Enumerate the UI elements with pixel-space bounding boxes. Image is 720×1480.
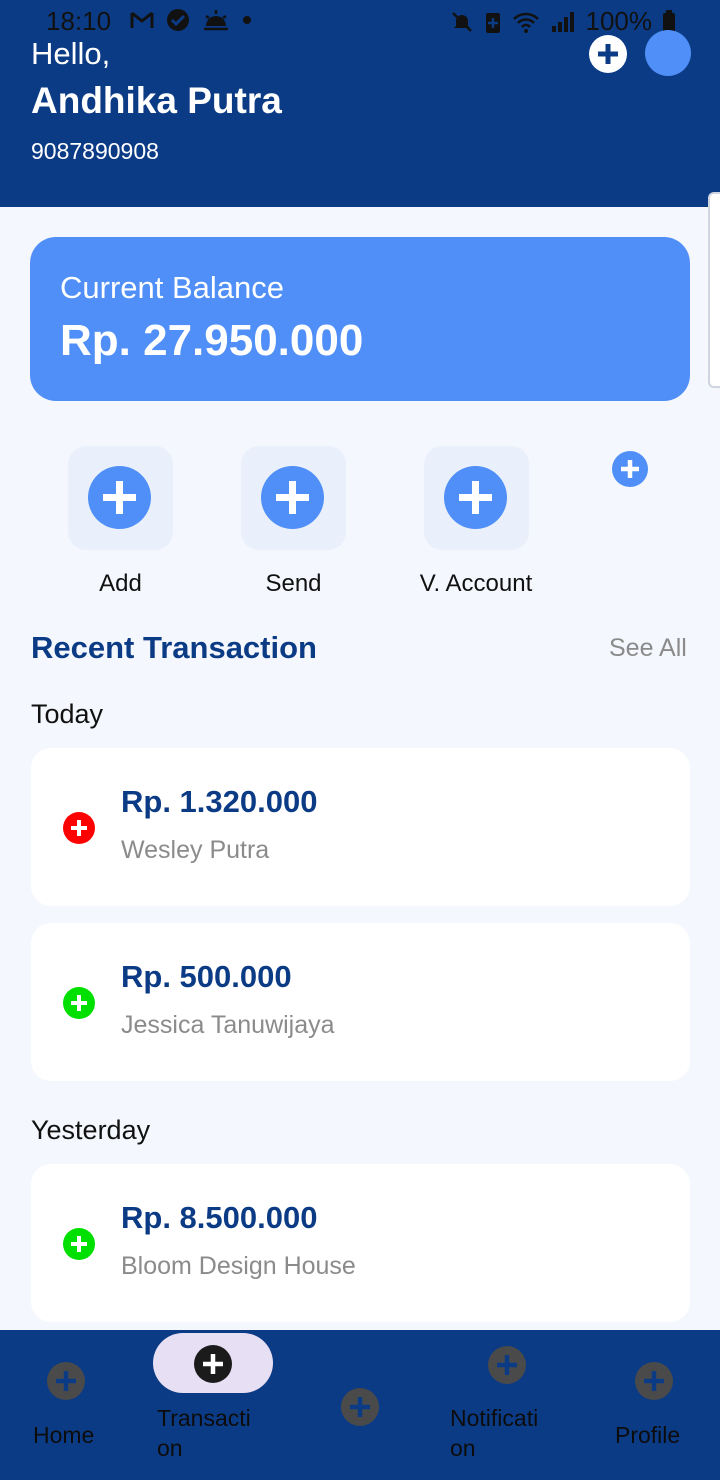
avatar[interactable]: [645, 30, 691, 76]
recent-transaction-title: Recent Transaction: [31, 630, 317, 665]
transaction-amount: Rp. 1.320.000: [121, 784, 318, 819]
battery-percent: 100%: [585, 6, 653, 36]
mute-icon: [451, 11, 472, 32]
weather-icon: [204, 10, 228, 31]
status-time: 18:10: [46, 6, 112, 36]
more-actions-button[interactable]: [612, 451, 648, 487]
nav-profile-icon[interactable]: [635, 1362, 673, 1400]
action-virtual-account-label[interactable]: V. Account: [396, 570, 556, 598]
nav-profile-label[interactable]: Profile: [615, 1420, 680, 1450]
transaction-name: Jessica Tanuwijaya: [121, 1011, 335, 1039]
transaction-amount: Rp. 8.500.000: [121, 1200, 318, 1235]
nav-home-label[interactable]: Home: [33, 1420, 94, 1450]
user-phone: 9087890908: [31, 138, 159, 164]
transaction-card[interactable]: Rp. 500.000 Jessica Tanuwijaya: [31, 923, 690, 1081]
action-send-button[interactable]: [241, 446, 346, 550]
plus-circle-icon: [459, 481, 492, 514]
gmail-icon: [130, 11, 154, 28]
greeting-text: Hello,: [31, 36, 111, 71]
battery-saver-icon: [485, 12, 500, 33]
group-today-label: Today: [31, 699, 104, 729]
scroll-edge: [708, 192, 720, 388]
balance-value: Rp. 27.950.000: [60, 316, 364, 365]
plus-circle-icon: [103, 481, 136, 514]
action-add-label[interactable]: Add: [68, 570, 173, 598]
header-add-button[interactable]: [589, 35, 627, 73]
nav-transaction-label[interactable]: Transacti on: [157, 1403, 251, 1463]
action-virtual-account-button[interactable]: [424, 446, 529, 550]
nav-notification-icon[interactable]: [488, 1346, 526, 1384]
nav-transaction-button[interactable]: [153, 1333, 273, 1393]
transaction-name: Wesley Putra: [121, 836, 270, 864]
plus-circle-icon: [63, 987, 95, 1019]
wifi-icon: [512, 12, 539, 33]
action-add-button[interactable]: [68, 446, 173, 550]
nav-center-add-icon[interactable]: [341, 1388, 379, 1426]
transaction-card[interactable]: Rp. 8.500.000 Bloom Design House: [31, 1164, 690, 1322]
plus-circle-icon: [621, 460, 639, 478]
transaction-name: Bloom Design House: [121, 1252, 356, 1280]
transaction-amount: Rp. 500.000: [121, 959, 292, 994]
group-yesterday-label: Yesterday: [31, 1115, 151, 1145]
transaction-card[interactable]: Rp. 1.320.000 Wesley Putra: [31, 748, 690, 906]
plus-circle-icon: [598, 44, 618, 64]
plus-circle-icon: [63, 812, 95, 844]
user-name: Andhika Putra: [31, 80, 282, 121]
nav-notification-label[interactable]: Notificati on: [450, 1403, 538, 1463]
nav-home-icon[interactable]: [47, 1362, 85, 1400]
check-circle-icon: [167, 9, 189, 31]
balance-label: Current Balance: [60, 270, 285, 305]
action-send-label[interactable]: Send: [241, 570, 346, 598]
plus-circle-icon: [276, 481, 309, 514]
plus-circle-icon: [63, 1228, 95, 1260]
dot-icon: [243, 16, 251, 24]
signal-icon: [551, 11, 574, 32]
plus-circle-icon: [194, 1345, 232, 1383]
see-all-link[interactable]: See All: [609, 634, 687, 663]
